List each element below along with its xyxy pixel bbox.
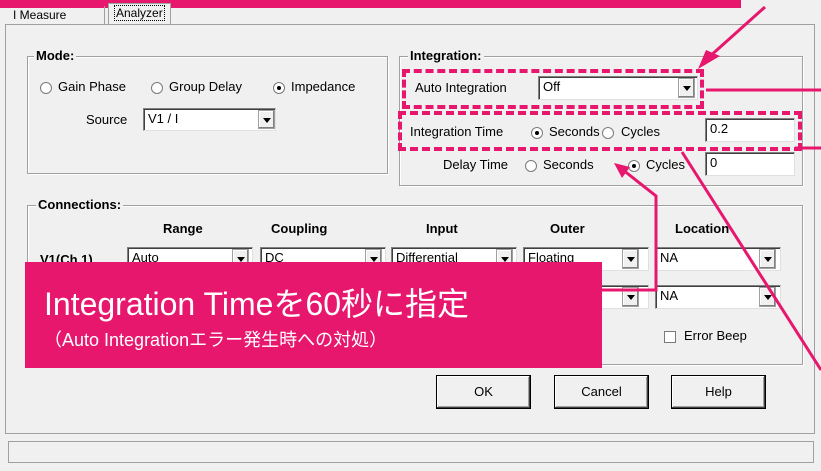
annotation-arrows	[600, 5, 821, 371]
